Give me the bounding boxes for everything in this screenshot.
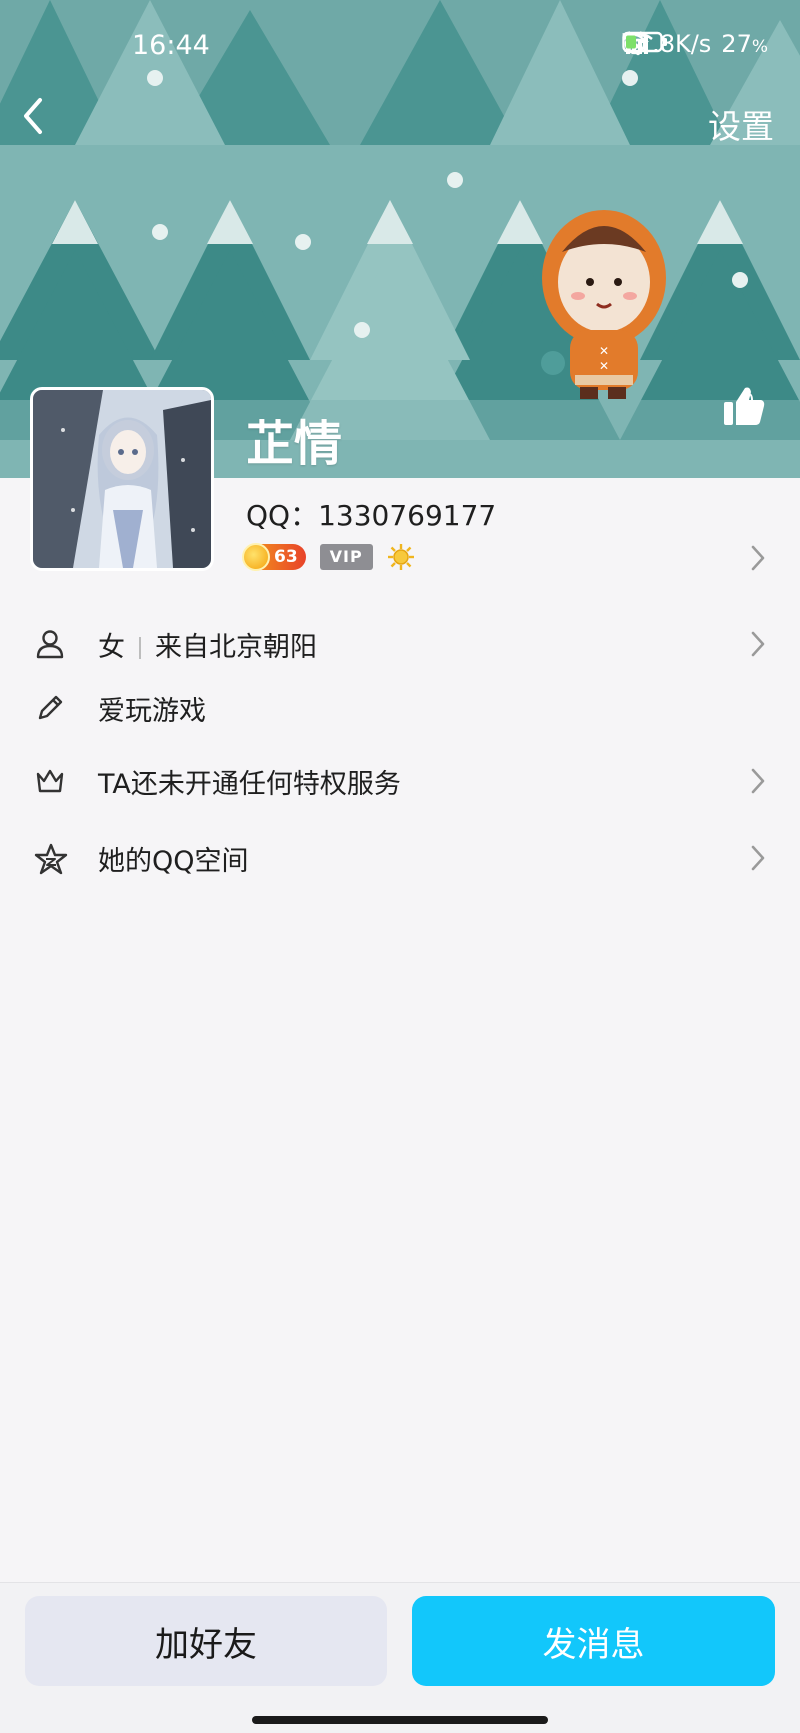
home-indicator[interactable] xyxy=(252,1716,548,1724)
back-button[interactable] xyxy=(18,96,74,152)
divider xyxy=(139,637,141,659)
vip-badge[interactable]: VIP xyxy=(319,544,373,570)
chevron-right-icon xyxy=(751,768,765,794)
avatar[interactable] xyxy=(30,387,214,571)
level-value: 63 xyxy=(274,547,298,567)
pencil-icon xyxy=(38,695,63,720)
like-button[interactable]: 0 xyxy=(722,385,774,425)
thumbs-up-icon xyxy=(724,387,765,425)
qzone-star-icon xyxy=(34,843,68,875)
add-friend-button[interactable]: 加好友 xyxy=(25,1596,387,1686)
status-indicators: 11.8K/s HD HD xyxy=(622,30,768,58)
location-text: 来自北京朝阳 xyxy=(155,631,317,663)
anime-avatar-image xyxy=(33,390,211,568)
row-qzone[interactable]: 她的QQ空间 xyxy=(0,828,800,888)
chevron-right-icon xyxy=(751,845,765,871)
basic-info-text: 女来自北京朝阳 xyxy=(98,625,317,664)
crown-icon xyxy=(36,769,64,793)
profile-nickname: 芷情 xyxy=(246,416,343,472)
row-signature: 爱玩游戏 xyxy=(0,678,800,738)
chevron-right-icon[interactable] xyxy=(750,544,766,572)
send-message-button[interactable]: 发消息 xyxy=(412,1596,775,1686)
status-time: 16:44 xyxy=(132,30,210,61)
badge-row[interactable]: 63 VIP xyxy=(242,543,415,571)
battery-charging-icon xyxy=(621,31,667,53)
svg-text:✕: ✕ xyxy=(599,344,609,358)
svg-text:✕: ✕ xyxy=(599,359,609,373)
privilege-text: TA还未开通任何特权服务 xyxy=(98,768,401,800)
qq-number: QQ：1330769177 xyxy=(246,499,497,532)
chevron-right-icon xyxy=(751,631,765,657)
gender-text: 女 xyxy=(98,631,125,663)
row-privilege[interactable]: TA还未开通任何特权服务 xyxy=(0,751,800,811)
level-badge[interactable]: 63 xyxy=(242,543,306,571)
settings-button[interactable]: 设置 xyxy=(708,100,774,148)
qzone-text: 她的QQ空间 xyxy=(98,845,249,877)
signature-text: 爱玩游戏 xyxy=(98,695,206,727)
person-icon xyxy=(36,630,64,659)
sun-level-icon[interactable] xyxy=(387,543,415,571)
battery-level: 27% xyxy=(721,30,768,58)
row-basic-info[interactable]: 女来自北京朝阳 xyxy=(0,614,800,674)
coin-icon xyxy=(242,543,270,571)
status-bar: 16:44 11.8K/s HD HD xyxy=(0,0,800,92)
chevron-left-icon xyxy=(24,98,42,134)
